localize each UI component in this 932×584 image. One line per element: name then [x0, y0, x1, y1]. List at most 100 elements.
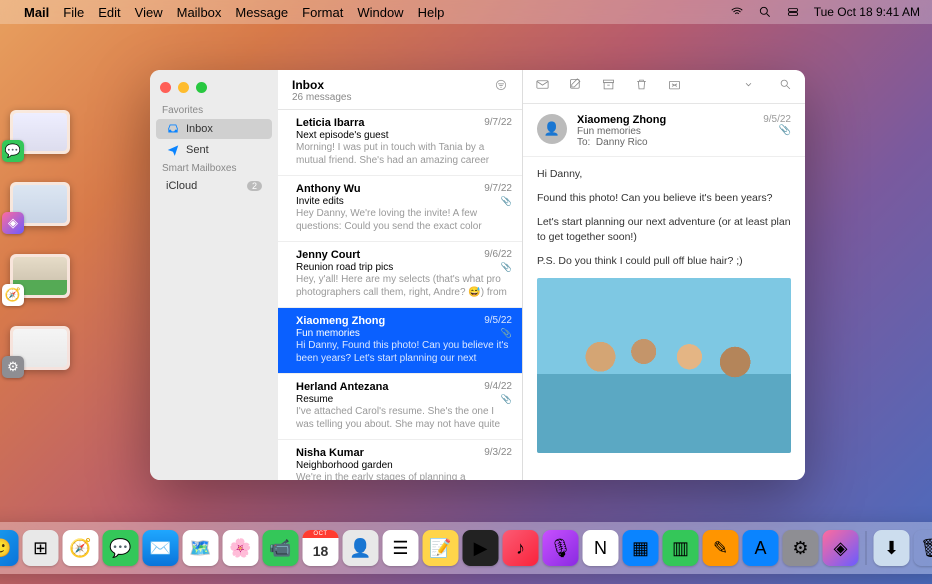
dock-notes[interactable]: 📝 [423, 530, 459, 566]
menu-view[interactable]: View [135, 5, 163, 20]
msg-preview: We're in the early stages of planning a … [296, 472, 510, 480]
menu-message[interactable]: Message [235, 5, 288, 20]
attachment-icon: 📎 [763, 125, 791, 136]
control-center-icon[interactable] [786, 5, 800, 20]
message-row[interactable]: Leticia Ibarra9/7/22Next episode's guest… [278, 110, 522, 176]
delete-button[interactable] [634, 77, 649, 97]
compose-button[interactable] [568, 77, 583, 97]
junk-button[interactable] [667, 77, 682, 97]
msg-from: Anthony Wu [296, 183, 510, 195]
msg-preview: Morning! I was put in touch with Tania b… [296, 142, 510, 167]
mail-window: FavoritesInboxSentSmart MailboxesiCloud2… [150, 70, 805, 480]
attachment-icon: 📎 [501, 196, 512, 207]
reader-date: 9/5/22 [763, 114, 791, 125]
sidebar-header[interactable]: Smart Mailboxes [150, 161, 278, 176]
stage-thumb-settings[interactable]: ⚙ [10, 326, 70, 370]
dock-keynote[interactable]: ▦ [623, 530, 659, 566]
menu-format[interactable]: Format [302, 5, 343, 20]
menu-file[interactable]: File [63, 5, 84, 20]
menu-help[interactable]: Help [418, 5, 445, 20]
dock-finder[interactable]: 🙂 [0, 530, 19, 566]
spotlight-icon[interactable] [758, 5, 772, 20]
dock-maps[interactable]: 🗺️ [183, 530, 219, 566]
dock-facetime[interactable]: 📹 [263, 530, 299, 566]
sidebar-item-sent[interactable]: Sent [156, 140, 272, 160]
msg-date: 9/3/22 [484, 447, 512, 458]
dock-downloads[interactable]: ⬇ [874, 530, 910, 566]
dock-photos[interactable]: 🌸 [223, 530, 259, 566]
body-paragraph: Found this photo! Can you believe it's b… [537, 191, 791, 207]
dock-mail[interactable]: ✉️ [143, 530, 179, 566]
dock-appstore[interactable]: A [743, 530, 779, 566]
msg-date: 9/5/22 [484, 315, 512, 326]
attachment-icon: 📎 [501, 328, 512, 339]
dock-safari[interactable]: 🧭 [63, 530, 99, 566]
sender-avatar: 👤 [537, 114, 567, 144]
stage-manager-rail: 💬 ◈ 🧭 ⚙ [10, 110, 70, 370]
archive-button[interactable] [601, 77, 616, 97]
stage-thumb-shortcuts[interactable]: ◈ [10, 182, 70, 226]
dock-pages[interactable]: ✎ [703, 530, 739, 566]
dock-launchpad[interactable]: ⊞ [23, 530, 59, 566]
stage-thumb-safari[interactable]: 🧭 [10, 254, 70, 298]
sidebar-section-icloud[interactable]: iCloud2 [156, 177, 272, 195]
msg-date: 9/4/22 [484, 381, 512, 392]
body-paragraph: P.S. Do you think I could pull off blue … [537, 254, 791, 270]
dock-messages[interactable]: 💬 [103, 530, 139, 566]
dock: 🙂⊞🧭💬✉️🗺️🌸📹OCT18👤☰📝▶♪🎙N▦▥✎A⚙◈ ⬇🗑 [0, 522, 932, 574]
menu-edit[interactable]: Edit [98, 5, 120, 20]
message-row[interactable]: Nisha Kumar9/3/22 Neighborhood gardenWe'r… [278, 440, 522, 480]
datetime[interactable]: Tue Oct 18 9:41 AM [814, 5, 920, 19]
stage-thumb-messages[interactable]: 💬 [10, 110, 70, 154]
msg-date: 9/6/22 [484, 249, 512, 260]
messages-icon: 💬 [2, 140, 24, 162]
wifi-icon[interactable] [730, 5, 744, 20]
msg-from: Nisha Kumar [296, 447, 510, 459]
dock-contacts[interactable]: 👤 [343, 530, 379, 566]
msg-subject: Next episode's guest [296, 130, 510, 141]
message-row[interactable]: Herland Antezana9/4/22📎ResumeI've attach… [278, 374, 522, 440]
dock-shortcuts[interactable]: ◈ [823, 530, 859, 566]
msg-preview: Hey Danny, We're loving the invite! A fe… [296, 208, 510, 233]
dock-tv[interactable]: ▶ [463, 530, 499, 566]
close-button[interactable] [160, 82, 171, 93]
reader-from: Xiaomeng Zhong [577, 114, 666, 126]
message-row[interactable]: Jenny Court9/6/22📎Reunion road trip pics… [278, 242, 522, 308]
body-paragraph: Let's start planning our next adventure … [537, 215, 791, 247]
dock-settings[interactable]: ⚙ [783, 530, 819, 566]
menu-window[interactable]: Window [357, 5, 403, 20]
reader-body: Hi Danny, Found this photo! Can you belie… [523, 157, 805, 480]
dock-calendar[interactable]: OCT18 [303, 530, 339, 566]
message-list: Inbox 26 messages Leticia Ibarra9/7/22Ne… [278, 70, 523, 480]
reader-toolbar [523, 70, 805, 104]
sidebar-header[interactable]: Favorites [150, 103, 278, 118]
mailbox-title: Inbox [292, 78, 351, 92]
msg-subject: Resume [296, 394, 510, 405]
more-button[interactable] [741, 77, 756, 97]
zoom-button[interactable] [196, 82, 207, 93]
dock-music[interactable]: ♪ [503, 530, 539, 566]
dock-trash[interactable]: 🗑 [914, 530, 932, 566]
reply-button[interactable] [535, 77, 550, 97]
minimize-button[interactable] [178, 82, 189, 93]
dock-numbers[interactable]: ▥ [663, 530, 699, 566]
search-button[interactable] [778, 77, 793, 97]
msg-date: 9/7/22 [484, 183, 512, 194]
body-paragraph: Hi Danny, [537, 167, 791, 183]
app-name[interactable]: Mail [24, 5, 49, 20]
dock-separator [866, 531, 867, 565]
window-controls [150, 78, 278, 103]
dock-reminders[interactable]: ☰ [383, 530, 419, 566]
dock-news[interactable]: N [583, 530, 619, 566]
filter-button[interactable] [494, 78, 508, 97]
msg-subject: Neighborhood garden [296, 460, 510, 471]
attached-photo[interactable] [537, 278, 791, 453]
message-row[interactable]: Xiaomeng Zhong9/5/22📎Fun memoriesHi Dann… [278, 308, 522, 374]
dock-podcasts[interactable]: 🎙 [543, 530, 579, 566]
message-count: 26 messages [292, 92, 351, 103]
msg-from: Leticia Ibarra [296, 117, 510, 129]
sidebar-item-inbox[interactable]: Inbox [156, 119, 272, 139]
message-row[interactable]: Anthony Wu9/7/22📎Invite editsHey Danny, … [278, 176, 522, 242]
menu-mailbox[interactable]: Mailbox [177, 5, 222, 20]
msg-preview: I've attached Carol's resume. She's the … [296, 406, 510, 431]
